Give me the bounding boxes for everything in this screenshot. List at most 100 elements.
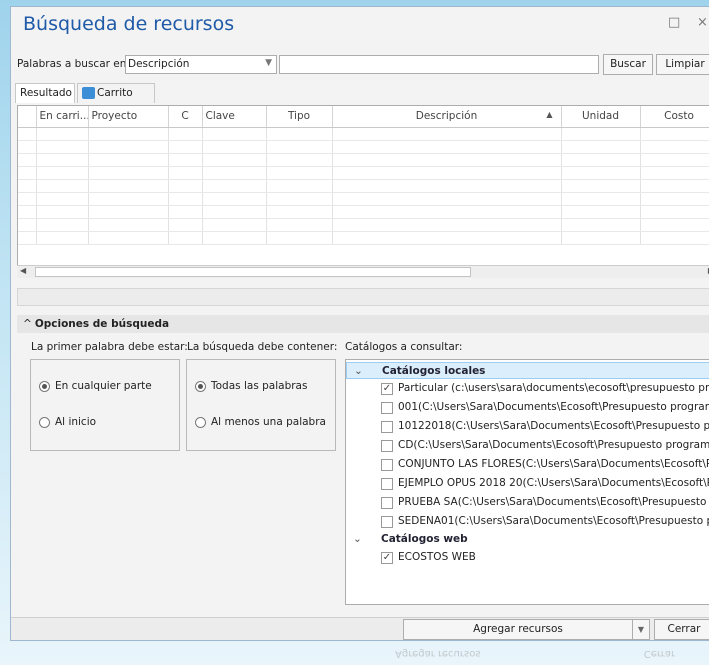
radio-at-start[interactable]: Al inicio bbox=[39, 416, 96, 428]
add-resources-button[interactable]: Agregar recursos bbox=[403, 619, 633, 640]
column-header-proyecto[interactable]: Proyecto bbox=[88, 106, 169, 128]
search-resources-dialog: Búsqueda de recursos □ × Palabras a busc… bbox=[10, 6, 709, 641]
catalog-group-web-label: Catálogos web bbox=[381, 533, 468, 545]
reflection-close-label: Cerrar bbox=[643, 648, 676, 659]
search-options-header[interactable]: ^ Opciones de búsqueda bbox=[17, 315, 709, 333]
grid-header-row: En carri... Proyecto C Clave Tipo Descri… bbox=[18, 106, 709, 128]
radio-any-word-label: Al menos una palabra bbox=[211, 416, 326, 428]
catalog-item-label: EJEMPLO OPUS 2018 20(C:\Users\Sara\Docum… bbox=[398, 477, 709, 489]
column-header-descripcion[interactable]: Descripción ▲ bbox=[332, 106, 562, 128]
tab-resultado[interactable]: Resultado bbox=[15, 83, 75, 103]
scrollbar-thumb[interactable] bbox=[35, 267, 471, 277]
checkbox-checked-icon[interactable]: ✓ bbox=[381, 383, 393, 395]
search-field-value: Descripción bbox=[128, 58, 190, 70]
catalogs-label: Catálogos a consultar: bbox=[345, 341, 463, 353]
row-indicator-header bbox=[18, 106, 37, 128]
table-row bbox=[18, 179, 709, 193]
chevron-down-icon[interactable]: ⌄ bbox=[354, 363, 363, 380]
catalogs-tree[interactable]: ⌄ Catálogos locales ✓ Particular (c:\user… bbox=[345, 359, 709, 605]
checkbox-icon[interactable] bbox=[381, 459, 393, 471]
catalog-item-label: 001(C:\Users\Sara\Documents\Ecosoft\Pres… bbox=[398, 401, 709, 413]
clear-button[interactable]: Limpiar bbox=[656, 54, 709, 75]
first-word-label: La primer palabra debe estar: bbox=[31, 341, 188, 353]
table-row bbox=[18, 153, 709, 167]
table-row bbox=[18, 127, 709, 141]
radio-at-start-label: Al inicio bbox=[55, 416, 97, 428]
radio-all-words-label: Todas las palabras bbox=[211, 380, 308, 392]
radio-off-icon bbox=[39, 416, 50, 428]
catalog-item[interactable]: ✓ Particular (c:\users\sara\documents\eco… bbox=[346, 379, 709, 398]
maximize-icon[interactable]: □ bbox=[668, 15, 680, 30]
table-row bbox=[18, 192, 709, 206]
catalog-item-label: 10122018(C:\Users\Sara\Documents\Ecosoft… bbox=[398, 420, 709, 432]
catalog-item[interactable]: ✓ ECOSTOS WEB bbox=[346, 548, 709, 567]
close-button[interactable]: Cerrar bbox=[654, 619, 709, 640]
checkbox-checked-icon[interactable]: ✓ bbox=[381, 552, 393, 564]
catalog-item[interactable]: 10122018(C:\Users\Sara\Documents\Ecosoft… bbox=[346, 417, 709, 436]
chevron-up-icon: ^ bbox=[23, 318, 32, 330]
checkbox-icon[interactable] bbox=[381, 516, 393, 528]
checkbox-icon[interactable] bbox=[381, 402, 393, 414]
catalog-item[interactable]: CONJUNTO LAS FLORES(C:\Users\Sara\Docume… bbox=[346, 455, 709, 474]
dialog-title: Búsqueda de recursos bbox=[23, 13, 235, 35]
status-strip bbox=[17, 288, 709, 306]
catalog-item[interactable]: SEDENA01(C:\Users\Sara\Documents\Ecosoft… bbox=[346, 512, 709, 531]
radio-on-icon bbox=[39, 380, 50, 392]
search-options-title: Opciones de búsqueda bbox=[34, 318, 170, 330]
horizontal-scrollbar[interactable]: ◀ ▶ bbox=[17, 265, 709, 278]
chevron-down-icon: ▼ bbox=[265, 58, 272, 68]
column-header-tipo[interactable]: Tipo bbox=[266, 106, 333, 128]
table-row bbox=[18, 231, 709, 245]
table-row bbox=[18, 166, 709, 180]
search-in-label: Palabras a buscar en: bbox=[17, 58, 130, 70]
table-row bbox=[18, 140, 709, 154]
catalog-item-label: CONJUNTO LAS FLORES(C:\Users\Sara\Docume… bbox=[398, 458, 709, 470]
search-field-select[interactable]: Descripción ▼ bbox=[125, 55, 277, 74]
radio-any-position-label: En cualquier parte bbox=[55, 380, 152, 392]
catalog-item[interactable]: PRUEBA SA(C:\Users\Sara\Documents\Ecosof… bbox=[346, 493, 709, 512]
search-button[interactable]: Buscar bbox=[603, 54, 653, 75]
checkbox-icon[interactable] bbox=[381, 440, 393, 452]
table-row bbox=[18, 218, 709, 232]
add-resources-dropdown[interactable]: ▼ bbox=[632, 619, 650, 640]
catalog-item[interactable]: EJEMPLO OPUS 2018 20(C:\Users\Sara\Docum… bbox=[346, 474, 709, 493]
radio-any-position[interactable]: En cualquier parte bbox=[39, 380, 152, 392]
catalog-item[interactable]: CD(C:\Users\Sara\Documents\Ecosoft\Presu… bbox=[346, 436, 709, 455]
catalog-item-label: ECOSTOS WEB bbox=[398, 551, 476, 563]
sort-ascending-icon: ▲ bbox=[546, 110, 553, 119]
radio-any-word[interactable]: Al menos una palabra bbox=[195, 416, 326, 428]
checkbox-icon[interactable] bbox=[381, 478, 393, 490]
chevron-down-icon[interactable]: ⌄ bbox=[353, 531, 362, 548]
contains-label: La búsqueda debe contener: bbox=[187, 341, 338, 353]
results-grid[interactable]: En carri... Proyecto C Clave Tipo Descri… bbox=[17, 105, 709, 278]
column-header-en-carrito[interactable]: En carri... bbox=[36, 106, 89, 128]
search-input[interactable] bbox=[279, 55, 599, 74]
column-header-unidad[interactable]: Unidad bbox=[561, 106, 641, 128]
catalog-group-web[interactable]: ⌄ Catálogos web bbox=[346, 531, 709, 548]
catalog-item-label: CD(C:\Users\Sara\Documents\Ecosoft\Presu… bbox=[398, 439, 709, 451]
tab-carrito[interactable]: Carrito (0) bbox=[77, 83, 155, 117]
catalog-item-label: PRUEBA SA(C:\Users\Sara\Documents\Ecosof… bbox=[398, 496, 709, 508]
cart-icon bbox=[82, 87, 95, 99]
first-word-group: En cualquier parte Al inicio bbox=[30, 359, 180, 451]
checkbox-icon[interactable] bbox=[381, 497, 393, 509]
column-header-c[interactable]: C bbox=[168, 106, 203, 128]
catalog-group-local[interactable]: ⌄ Catálogos locales bbox=[346, 362, 709, 379]
catalog-group-local-label: Catálogos locales bbox=[382, 365, 486, 377]
radio-off-icon bbox=[195, 416, 206, 428]
column-header-descripcion-label: Descripción bbox=[415, 110, 478, 123]
chevron-down-icon: ▼ bbox=[637, 625, 645, 634]
table-row bbox=[18, 205, 709, 219]
column-header-clave[interactable]: Clave bbox=[202, 106, 267, 128]
close-icon[interactable]: × bbox=[697, 15, 708, 30]
contains-group: Todas las palabras Al menos una palabra bbox=[186, 359, 336, 451]
reflection-add-label: Agregar recursos bbox=[395, 648, 481, 659]
catalog-item[interactable]: 001(C:\Users\Sara\Documents\Ecosoft\Pres… bbox=[346, 398, 709, 417]
checkbox-icon[interactable] bbox=[381, 421, 393, 433]
column-header-costo[interactable]: Costo bbox=[640, 106, 709, 128]
scroll-left-icon[interactable]: ◀ bbox=[20, 266, 26, 275]
catalog-item-label: SEDENA01(C:\Users\Sara\Documents\Ecosoft… bbox=[398, 515, 709, 527]
radio-all-words[interactable]: Todas las palabras bbox=[195, 380, 307, 392]
reflection: Agregar recursos Cerrar bbox=[395, 648, 675, 659]
catalog-item-label: Particular (c:\users\sara\documents\ecos… bbox=[398, 382, 709, 394]
